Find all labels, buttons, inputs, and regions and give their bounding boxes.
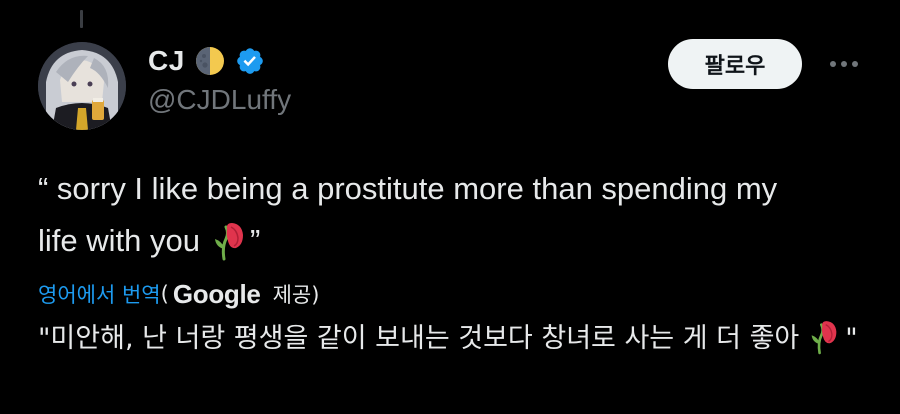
follow-button[interactable]: 팔로우: [668, 39, 802, 89]
translated-from-english-link[interactable]: 영어에서 번역: [38, 279, 161, 309]
tweet-closing-quote: ”: [249, 223, 261, 258]
verified-badge-icon[interactable]: [235, 46, 265, 76]
wilted-flower-emoji-translated: [809, 319, 839, 355]
translated-closing-quote: ": [845, 323, 858, 354]
avatar-image: [38, 42, 126, 130]
thread-connector-line: [80, 10, 83, 28]
more-options-icon: [830, 61, 858, 67]
avatar[interactable]: [38, 42, 126, 130]
translation-provided-suffix: 제공): [272, 283, 320, 307]
google-logo: Google: [172, 278, 261, 309]
tweet-text: “ sorry I like being a prostitute more t…: [38, 163, 798, 267]
translation-open-paren: (: [160, 282, 169, 306]
author-handle[interactable]: @CJDLuffy: [148, 84, 291, 116]
translated-tweet-text: "미안해, 난 너랑 평생을 같이 보내는 것보다 창녀로 사는 게 더 좋아 …: [38, 316, 858, 362]
more-options-button[interactable]: [822, 52, 866, 76]
tweet-body: “ sorry I like being a prostitute more t…: [38, 171, 778, 258]
half-moon-icon: [195, 46, 225, 76]
wilted-flower-emoji: [212, 221, 246, 261]
author-name-row: CJ: [148, 40, 265, 82]
translation-attribution: 영어에서 번역 ( Google 제공): [38, 276, 319, 312]
translated-body: "미안해, 난 너랑 평생을 같이 보내는 것보다 창녀로 사는 게 더 좋아: [38, 323, 800, 354]
author-display-name[interactable]: CJ: [148, 45, 185, 77]
